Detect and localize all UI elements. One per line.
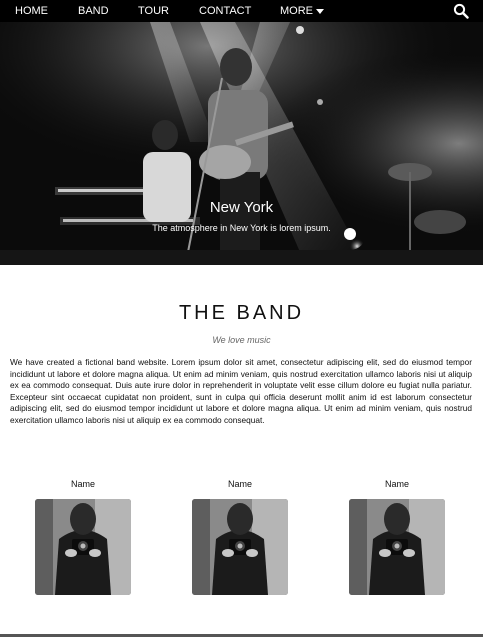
hero-title: New York <box>209 199 274 216</box>
top-navbar: HOME BAND TOUR CONTACT MORE <box>0 0 483 22</box>
nav-home[interactable]: HOME <box>15 0 48 22</box>
caret-down-icon <box>316 9 324 14</box>
hero-subtitle: The atmosphere in New York is lorem ipsu… <box>152 223 331 233</box>
member-name: Name <box>384 479 409 489</box>
nav-more-dropdown[interactable]: MORE <box>280 0 324 22</box>
band-tagline: We love music <box>212 335 271 345</box>
search-icon[interactable] <box>453 3 469 19</box>
hero-caption: New York The atmosphere in New York is l… <box>0 198 483 235</box>
nav-tour[interactable]: TOUR <box>138 0 169 22</box>
member-photo[interactable] <box>35 499 131 595</box>
member-photo[interactable] <box>192 499 288 595</box>
hero-slide: New York The atmosphere in New York is l… <box>0 22 483 265</box>
member-name: Name <box>227 479 252 489</box>
nav-contact[interactable]: CONTACT <box>199 0 251 22</box>
member-photo[interactable] <box>349 499 445 595</box>
nav-band[interactable]: BAND <box>78 0 109 22</box>
band-description: We have created a fictional band website… <box>10 357 472 425</box>
member-name: Name <box>70 479 95 489</box>
band-member-card: Name <box>192 478 288 595</box>
band-member-card: Name <box>35 478 131 595</box>
band-member-card: Name <box>349 478 445 595</box>
nav-more-label: MORE <box>280 5 313 17</box>
band-section-title: THE BAND <box>178 302 305 324</box>
